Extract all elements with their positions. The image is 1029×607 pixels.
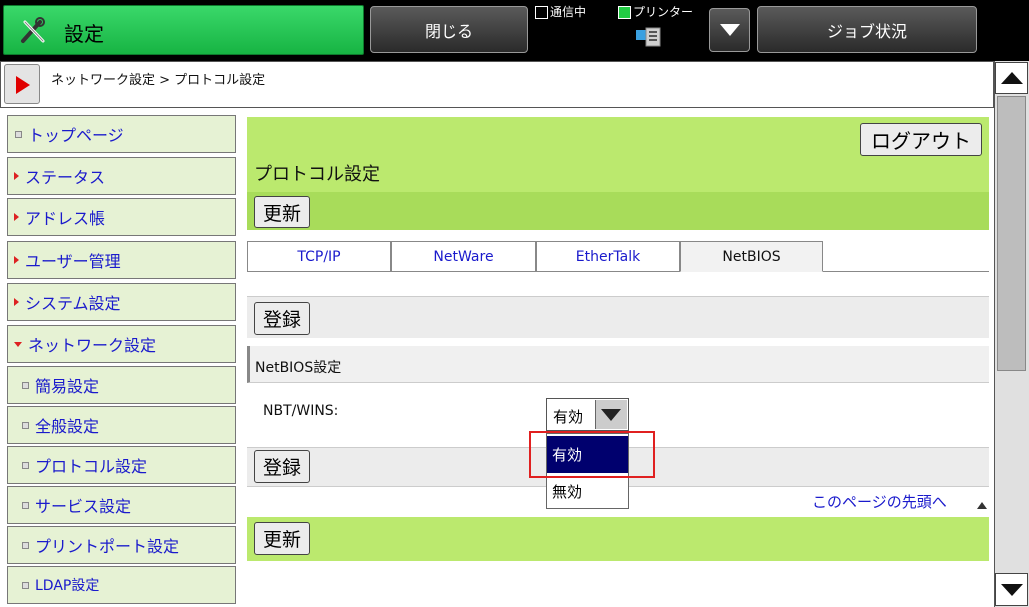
scroll-down-button[interactable] xyxy=(995,573,1028,606)
tools-icon xyxy=(21,17,45,43)
sidebar-item-protocol-settings[interactable]: プロトコル設定 xyxy=(7,446,236,484)
menu-toggle-button[interactable] xyxy=(4,64,40,104)
update-button[interactable]: 更新 xyxy=(254,196,310,228)
job-status-button[interactable]: ジョブ状況 xyxy=(757,6,977,53)
sidebar-item-label: サービス設定 xyxy=(35,497,132,516)
sidebar-item-label: 全般設定 xyxy=(35,417,100,436)
option-disabled[interactable]: 無効 xyxy=(547,473,628,510)
sidebar-item-status[interactable]: ステータス xyxy=(7,157,236,195)
section-header xyxy=(247,346,989,383)
update-button[interactable]: 更新 xyxy=(254,522,310,555)
register-button[interactable]: 登録 xyxy=(254,450,310,483)
comm-indicator-icon xyxy=(535,6,548,19)
sidebar-item-system-settings[interactable]: システム設定 xyxy=(7,283,236,321)
arrow-down-icon xyxy=(1001,584,1023,596)
arrow-right-icon xyxy=(14,172,19,180)
sidebar-item-general-settings[interactable]: 全般設定 xyxy=(7,406,236,444)
square-bullet-icon xyxy=(22,581,29,589)
sidebar-item-top-page[interactable]: トップページ xyxy=(7,115,236,153)
sidebar-item-quick-setup[interactable]: 簡易設定 xyxy=(7,366,236,404)
update-bar xyxy=(247,192,989,230)
sidebar-item-label: プリントポート設定 xyxy=(35,537,180,556)
printer-icon xyxy=(636,27,661,47)
sidebar-item-label: プロトコル設定 xyxy=(35,457,148,476)
printer-label: プリンター xyxy=(633,5,694,19)
square-bullet-icon xyxy=(22,501,29,509)
sidebar-item-label: トップページ xyxy=(28,126,124,145)
chevron-down-icon xyxy=(719,24,740,36)
select-arrow[interactable] xyxy=(595,400,627,429)
square-bullet-icon xyxy=(22,461,29,469)
sidebar-item-label: LDAP設定 xyxy=(35,578,100,594)
page-title: プロトコル設定 xyxy=(254,164,380,185)
printer-indicator-icon xyxy=(618,6,631,19)
tab-ethertalk[interactable]: EtherTalk xyxy=(536,241,680,272)
sidebar-item-print-port-settings[interactable]: プリントポート設定 xyxy=(7,526,236,564)
arrow-up-icon xyxy=(1001,72,1023,84)
arrow-up-icon xyxy=(977,502,987,509)
page-top-link[interactable]: このページの先頭へ xyxy=(812,491,947,512)
sidebar-item-network-settings[interactable]: ネットワーク設定 xyxy=(7,325,236,363)
sidebar-item-service-settings[interactable]: サービス設定 xyxy=(7,486,236,524)
scroll-up-button[interactable] xyxy=(995,62,1028,94)
sidebar-item-ldap-settings[interactable]: LDAP設定 xyxy=(7,566,236,604)
register-button[interactable]: 登録 xyxy=(254,302,310,335)
settings-title: 設定 xyxy=(64,22,104,46)
play-arrow-icon xyxy=(16,76,30,94)
sidebar-item-user-management[interactable]: ユーザー管理 xyxy=(7,241,236,279)
status-area: 通信中 プリンター xyxy=(533,2,705,57)
settings-title-bar: 設定 xyxy=(3,5,364,55)
comm-label: 通信中 xyxy=(550,5,587,19)
nbt-wins-value: 有効 xyxy=(553,408,584,426)
sidebar-item-label: ユーザー管理 xyxy=(25,252,121,271)
close-button[interactable]: 閉じる xyxy=(370,6,528,53)
update-bar-bottom xyxy=(247,517,989,561)
sidebar-item-label: ステータス xyxy=(25,168,106,187)
square-bullet-icon xyxy=(15,130,22,138)
square-bullet-icon xyxy=(22,381,29,389)
arrow-right-icon xyxy=(14,213,19,221)
sidebar-item-label: 簡易設定 xyxy=(35,377,100,396)
tab-netbios[interactable]: NetBIOS xyxy=(680,241,823,272)
square-bullet-icon xyxy=(22,421,29,429)
logout-button[interactable]: ログアウト xyxy=(860,123,982,156)
arrow-down-icon xyxy=(14,341,22,347)
arrow-right-icon xyxy=(14,256,19,264)
sidebar-item-label: システム設定 xyxy=(25,294,121,313)
status-dropdown-button[interactable] xyxy=(709,8,750,52)
nbt-wins-label: NBT/WINS: xyxy=(263,403,339,419)
section-title: NetBIOS設定 xyxy=(255,360,342,376)
tab-netware[interactable]: NetWare xyxy=(391,241,536,272)
sidebar-item-label: アドレス帳 xyxy=(25,209,106,228)
register-bar xyxy=(247,296,989,338)
square-bullet-icon xyxy=(22,541,29,549)
nbt-wins-select[interactable]: 有効 xyxy=(546,398,629,431)
tab-tcpip[interactable]: TCP/IP xyxy=(247,241,391,272)
arrow-right-icon xyxy=(14,298,19,306)
sidebar-item-address-book[interactable]: アドレス帳 xyxy=(7,198,236,236)
breadcrumb: ネットワーク設定 > プロトコル設定 xyxy=(51,73,266,88)
chevron-down-icon xyxy=(601,409,621,421)
highlight-box xyxy=(529,431,655,478)
sidebar-item-label: ネットワーク設定 xyxy=(28,336,157,355)
scrollbar-thumb[interactable] xyxy=(997,96,1026,371)
